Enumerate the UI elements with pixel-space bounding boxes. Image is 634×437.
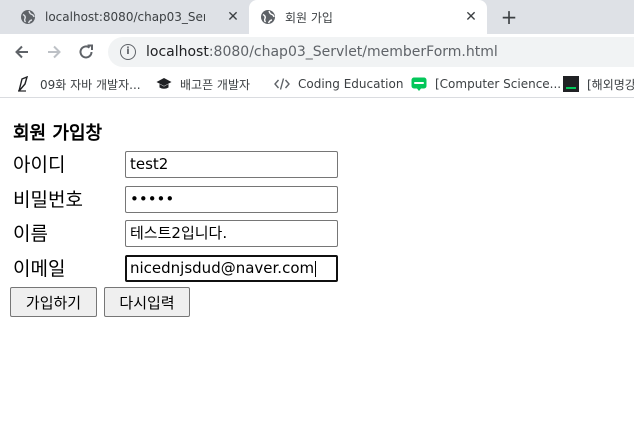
email-value: nicednjsdud@naver.com: [130, 259, 315, 277]
page-content: 회원 가입창 아이디 test2 비밀번호 ••••• 이름 테스트2입니다. …: [0, 99, 634, 437]
bookmark-label: 배고픈 개발자: [180, 77, 251, 92]
info-icon[interactable]: i: [120, 44, 136, 60]
bookmark-label: 09화 자바 개발자...: [40, 77, 141, 92]
code-icon: [274, 76, 290, 92]
reset-button[interactable]: 다시입력: [104, 287, 190, 317]
blog-icon: [411, 76, 427, 92]
bookmarks-bar: 09화 자바 개발자... 배고픈 개발자 Coding Education […: [0, 70, 634, 98]
tab-strip: localhost:8080/chap03_Servlet/m ✕ 회원 가입 …: [0, 0, 634, 34]
address-bar[interactable]: i localhost:8080/chap03_Servlet/memberFo…: [108, 37, 634, 67]
reload-icon[interactable]: [76, 42, 96, 62]
page-title: 회원 가입창: [13, 123, 103, 144]
bookmark-label: [해외명강: [587, 77, 634, 92]
text-caret: [315, 260, 317, 277]
url-text: localhost:8080/chap03_Servlet/memberForm…: [146, 44, 498, 60]
back-arrow-icon[interactable]: [12, 42, 32, 62]
tab-member-servlet[interactable]: localhost:8080/chap03_Servlet/m ✕: [0, 0, 249, 34]
name-label: 이름: [13, 223, 48, 245]
close-tab-icon[interactable]: ✕: [463, 9, 479, 25]
bookmark-item[interactable]: [해외명강: [563, 75, 634, 93]
tab-title: 회원 가입: [285, 10, 333, 25]
bookmark-item[interactable]: [Computer Science...: [411, 75, 561, 93]
close-tab-icon[interactable]: ✕: [225, 9, 241, 25]
browser-toolbar: i localhost:8080/chap03_Servlet/memberFo…: [0, 34, 634, 70]
new-tab-button[interactable]: +: [499, 7, 519, 27]
password-label: 비밀번호: [13, 189, 83, 211]
tab-member-join[interactable]: 회원 가입 ✕: [249, 0, 487, 34]
bookmark-item[interactable]: 09화 자바 개발자...: [16, 75, 141, 93]
terminal-icon: [563, 76, 579, 92]
user-id-input[interactable]: test2: [125, 151, 338, 178]
pen-icon: [16, 76, 32, 92]
globe-icon: [21, 10, 35, 24]
email-input[interactable]: nicednjsdud@naver.com: [125, 255, 338, 282]
name-input[interactable]: 테스트2입니다.: [125, 220, 338, 247]
submit-button[interactable]: 가입하기: [10, 287, 97, 317]
email-label: 이메일: [13, 258, 66, 280]
user-id-label: 아이디: [13, 154, 66, 176]
globe-icon: [261, 10, 275, 24]
bookmark-label: [Computer Science...: [435, 77, 562, 91]
bookmark-item[interactable]: 배고픈 개발자: [156, 75, 250, 93]
forward-arrow-icon[interactable]: [44, 42, 64, 62]
tab-title: localhost:8080/chap03_Servlet/m: [45, 10, 205, 24]
bookmark-label: Coding Education: [298, 77, 404, 91]
password-input[interactable]: •••••: [125, 186, 338, 213]
graduation-cap-icon: [156, 76, 172, 92]
bookmark-item[interactable]: Coding Education: [274, 75, 403, 93]
